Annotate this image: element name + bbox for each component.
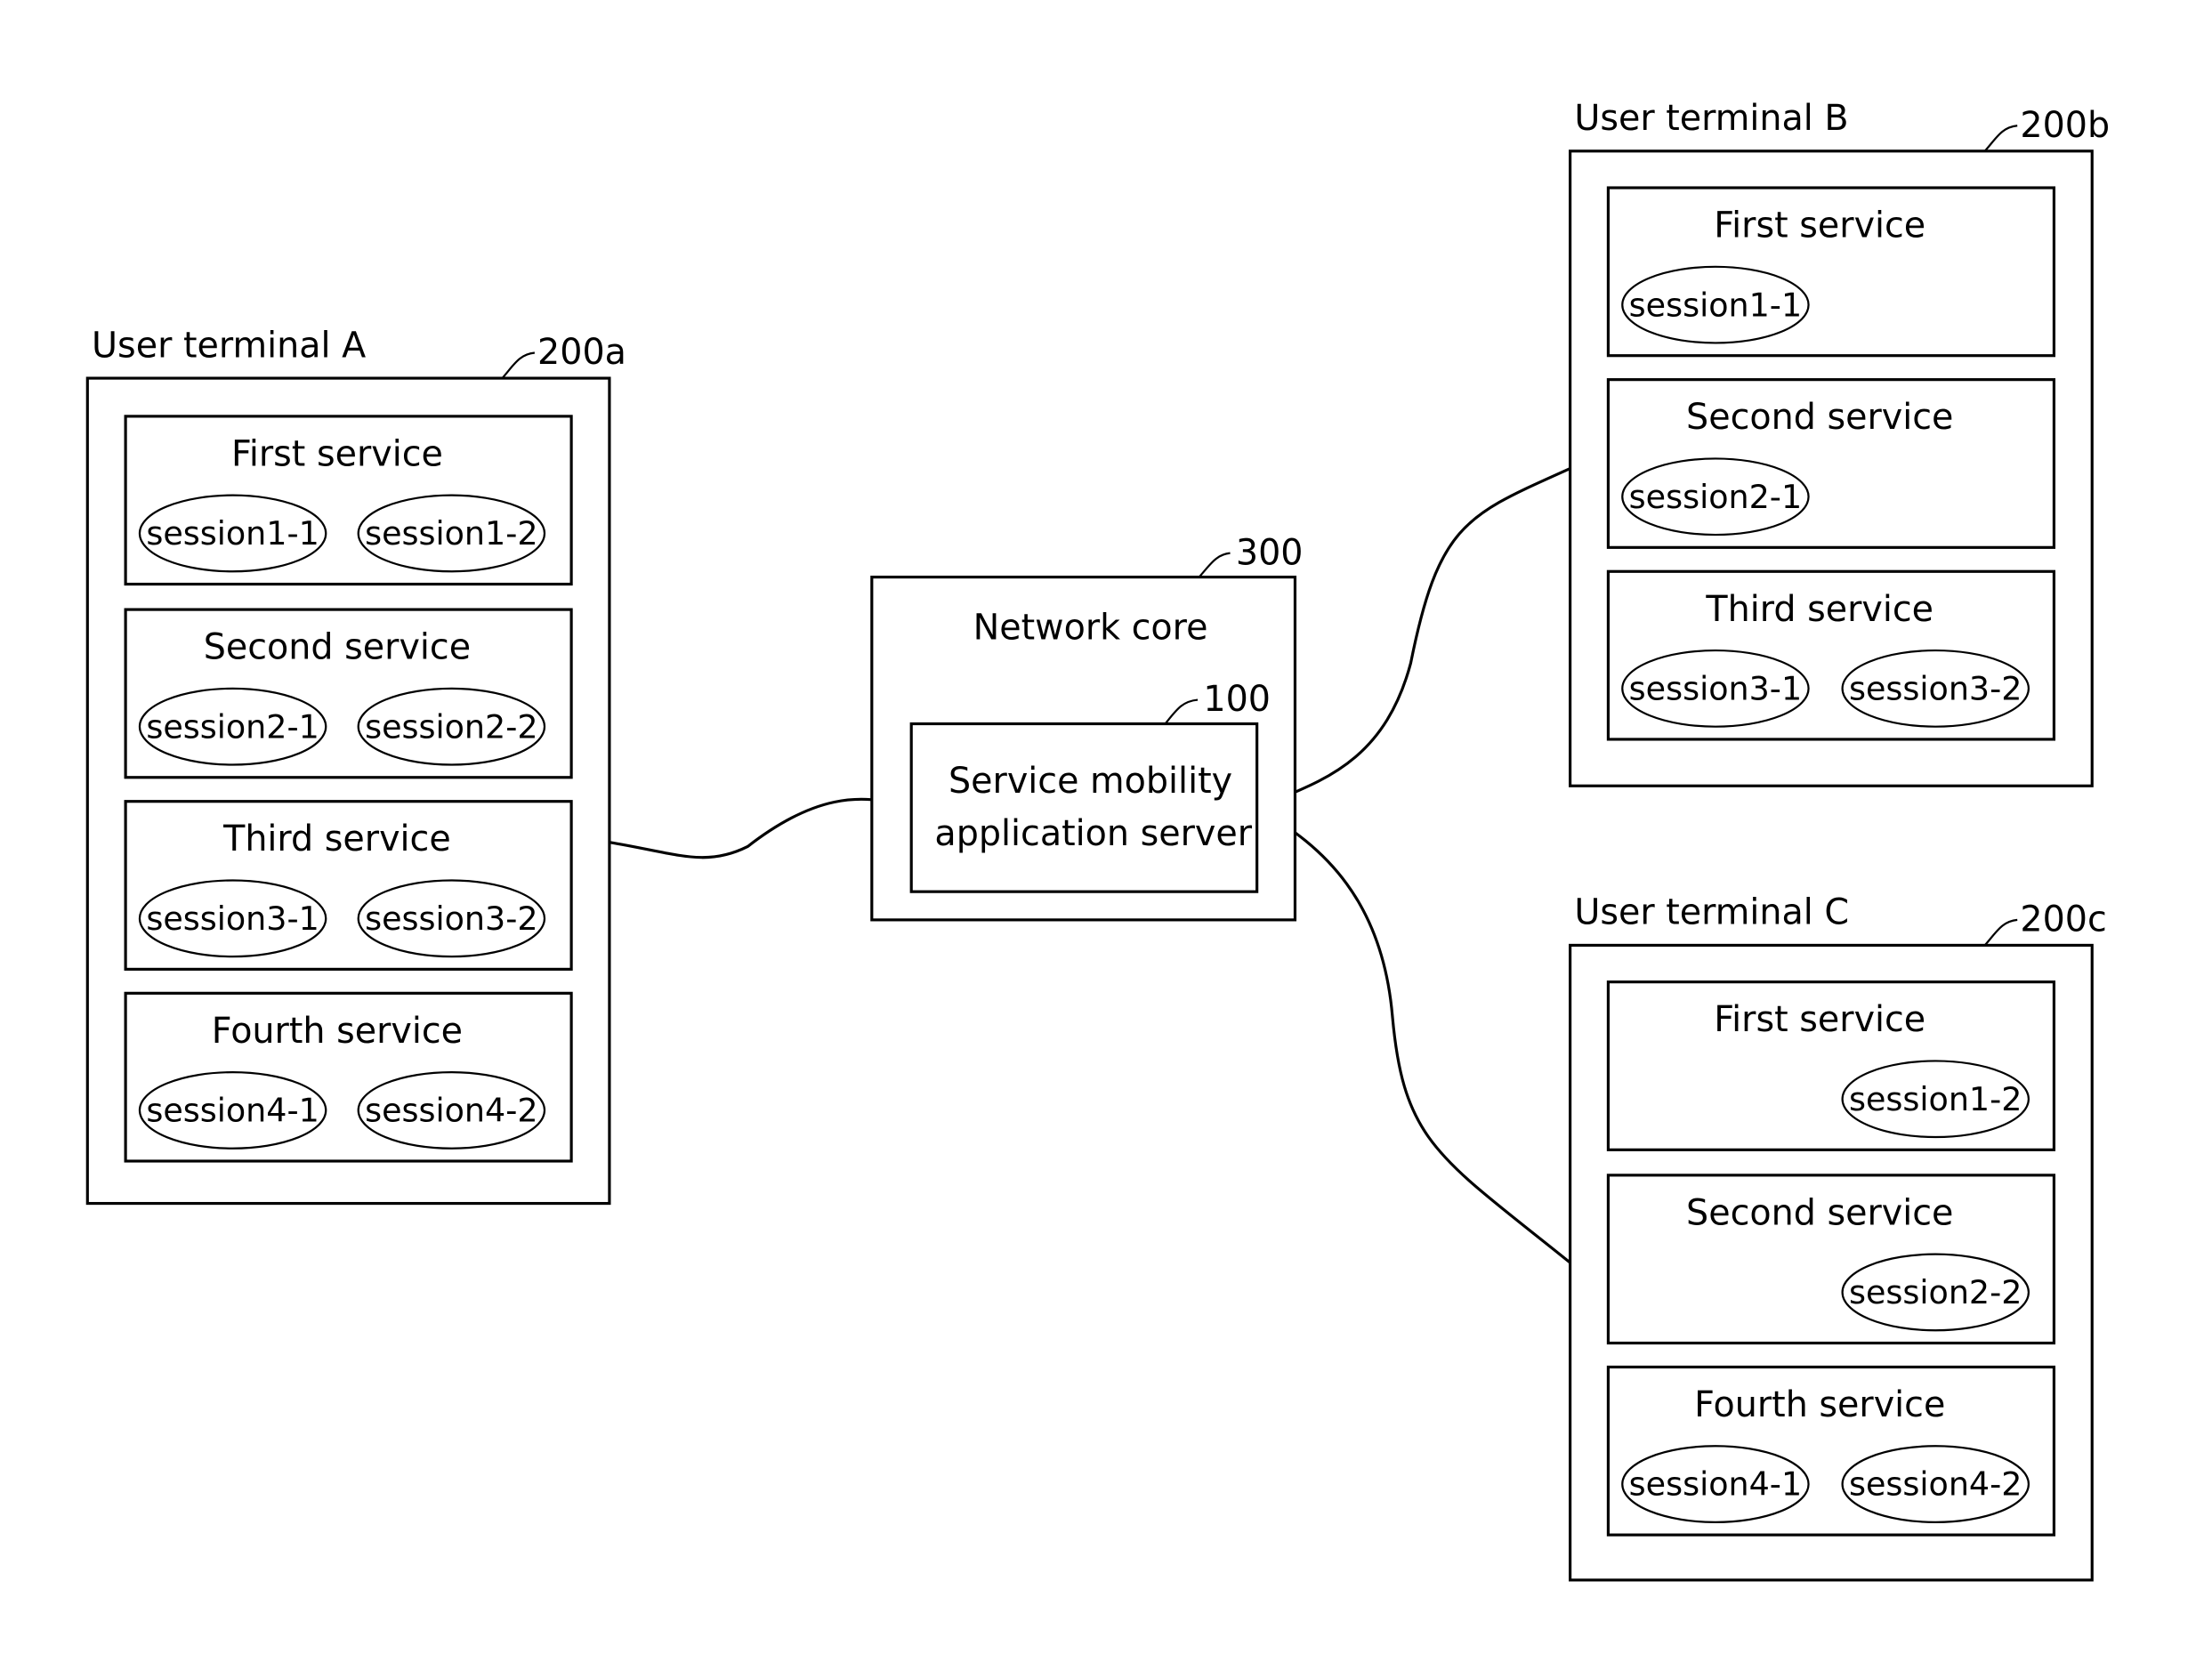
session-label: session4-2	[365, 1092, 537, 1130]
server-label-line1: Service mobility	[949, 761, 1232, 802]
session-label: session1-2	[365, 514, 537, 553]
session-label: session3-2	[1849, 670, 2022, 708]
session-label: session2-1	[146, 707, 319, 746]
service-box: First service session1-2	[1606, 980, 2056, 1151]
session-label: session1-1	[146, 514, 319, 553]
session-label: session4-1	[1629, 1465, 1802, 1504]
session-label: session4-2	[1849, 1465, 2022, 1504]
service-box: Third service session3-1 session3-2	[124, 800, 573, 971]
connection-a	[609, 797, 912, 859]
service-title: Third service	[222, 819, 451, 859]
ref-label-300: 300	[1236, 532, 1304, 573]
user-terminal-c: User terminal C 200c First service session1…	[1569, 892, 2107, 1582]
service-box: Third service session3-1 session3-2	[1606, 569, 2056, 741]
service-title: Fourth service	[1694, 1384, 1945, 1425]
network-core: Network core 300 Service mobility applic…	[870, 532, 1304, 922]
session-ellipse: session4-2	[357, 1071, 546, 1150]
service-box: First service session1-1	[1606, 186, 2056, 358]
server-box	[909, 722, 1259, 893]
ref-leader-200a	[501, 351, 536, 379]
session-ellipse: session2-2	[357, 687, 546, 766]
ref-label-100: 100	[1203, 679, 1271, 720]
terminal-label: User terminal C	[1574, 892, 1849, 933]
ref-label-200b: 200b	[2020, 105, 2110, 146]
user-terminal-b: User terminal B 200b First service session1…	[1569, 98, 2110, 787]
session-label: session1-1	[1629, 286, 1802, 324]
service-title: Third service	[1705, 589, 1933, 630]
session-ellipse: session4-1	[138, 1071, 327, 1150]
ref-leader-200c	[1983, 918, 2018, 947]
session-ellipse: session2-2	[1841, 1253, 2030, 1332]
session-ellipse: session2-1	[138, 687, 327, 766]
service-box: Fourth service session4-1 session4-2	[124, 991, 573, 1163]
session-ellipse: session2-1	[1621, 457, 1810, 537]
network-core-label: Network core	[973, 607, 1208, 648]
ref-label-200c: 200c	[2020, 900, 2106, 940]
session-label: session2-1	[1629, 478, 1802, 516]
session-label: session2-2	[1849, 1273, 2022, 1311]
service-title: First service	[1714, 206, 1925, 246]
service-title: Fourth service	[212, 1011, 463, 1052]
session-label: session1-2	[1849, 1080, 2022, 1118]
session-label: session4-1	[146, 1092, 319, 1130]
session-ellipse: session3-1	[138, 879, 327, 958]
service-box: Second service session2-1	[1606, 378, 2056, 549]
session-ellipse: session1-2	[357, 494, 546, 573]
service-title: First service	[231, 433, 443, 474]
ref-leader-200b	[1983, 125, 2018, 152]
server-label-line2: application server	[934, 813, 1252, 854]
ref-leader-300	[1198, 552, 1231, 578]
service-mobility-diagram: Network core 300 Service mobility applic…	[85, 98, 2110, 1582]
service-box: First service session1-1 session1-2	[124, 415, 573, 586]
session-label: session3-2	[365, 900, 537, 938]
terminal-label: User terminal B	[1574, 98, 1848, 139]
service-box: Second service session2-2	[1606, 1174, 2056, 1345]
service-title: Second service	[204, 627, 471, 668]
service-title: Second service	[1686, 397, 1953, 438]
session-ellipse: session1-1	[1621, 265, 1810, 344]
session-ellipse: session1-1	[138, 494, 327, 573]
connection-c	[1255, 807, 1571, 1264]
session-ellipse: session4-2	[1841, 1445, 2030, 1523]
service-title: Second service	[1686, 1192, 1953, 1233]
user-terminal-a: User terminal A 200a First service session1…	[85, 325, 626, 1206]
session-ellipse: session3-2	[1841, 649, 2030, 728]
terminal-label: User terminal A	[92, 325, 366, 366]
session-label: session3-1	[146, 900, 319, 938]
session-ellipse: session1-2	[1841, 1060, 2030, 1139]
service-box: Second service session2-1 session2-2	[124, 608, 573, 779]
session-label: session2-2	[365, 707, 537, 746]
connection-b	[1255, 467, 1571, 811]
service-box: Fourth service session4-1 session4-2	[1606, 1365, 2056, 1537]
session-ellipse: session3-1	[1621, 649, 1810, 728]
ref-label-200a: 200a	[537, 332, 626, 373]
session-ellipse: session4-1	[1621, 1445, 1810, 1523]
session-label: session3-1	[1629, 670, 1802, 708]
service-title: First service	[1714, 999, 1925, 1040]
session-ellipse: session3-2	[357, 879, 546, 958]
